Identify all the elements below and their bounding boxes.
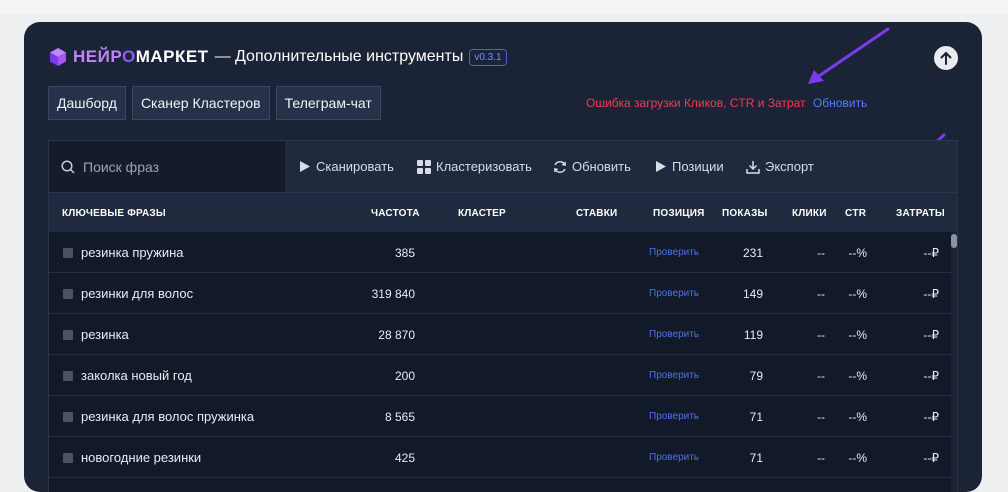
cluster-button[interactable]: Кластеризовать [417,141,532,192]
col-header-costs[interactable]: ЗАТРАТЫ [896,193,945,233]
export-button[interactable]: Экспорт [746,141,814,192]
table-row: резинка пружина 385 Проверить 231 -- --%… [49,232,957,273]
clicks-value: -- [817,409,825,424]
row-checkbox[interactable] [63,288,73,299]
col-header-impressions[interactable]: ПОКАЗЫ [722,193,768,233]
row-checkbox[interactable] [63,411,73,422]
row-checkbox[interactable] [63,329,73,340]
costs-value: --₽ [923,450,939,465]
nav-tabs: Дашборд Сканер Кластеров Телеграм-чат [48,86,381,120]
check-position-link[interactable]: Проверить [649,329,699,340]
impressions-value: 71 [749,450,763,465]
keyword-text: резинка для волос пружинка [81,409,255,424]
keywords-table: Сканировать Кластеризовать Обновить [48,140,958,492]
download-icon [746,160,760,174]
refresh-icon [554,160,566,173]
impressions-value: 79 [749,368,763,383]
tab-cluster-scanner[interactable]: Сканер Кластеров [131,86,270,120]
keyword-text: резинки для волос [81,286,194,301]
clicks-value: -- [817,450,825,465]
col-header-keywords[interactable]: КЛЮЧЕВЫЕ ФРАЗЫ [62,193,166,233]
positions-button[interactable]: Позиции [655,141,724,192]
clicks-value: -- [817,286,825,301]
table-header: КЛЮЧЕВЫЕ ФРАЗЫ ЧАСТОТА КЛАСТЕР СТАВКИ ПО… [49,192,957,232]
col-header-ctr[interactable]: CTR [845,193,866,233]
search-box [49,141,285,192]
check-position-link[interactable]: Проверить [649,288,699,299]
check-position-link[interactable]: Проверить [649,247,699,258]
impressions-value: 231 [742,245,763,260]
keyword-text: резинка [81,327,129,342]
check-position-link[interactable]: Проверить [649,370,699,381]
row-checkbox[interactable] [63,370,73,381]
ctr-value: --% [848,409,867,424]
col-header-cluster[interactable]: КЛАСТЕР [458,193,506,233]
table-row: резинки для волос 319 840 Проверить 149 … [49,273,957,314]
table-row: резинка для волос пружинка 8 565 Провери… [49,396,957,437]
brand-logo: НЕЙРОМАРКЕТ [73,47,209,66]
scrollbar-thumb[interactable] [951,234,957,248]
frequency-value: 385 [394,245,415,260]
arrow-up-icon [940,51,952,65]
top-strip [0,0,1008,14]
logo-cube-icon [50,48,66,66]
clicks-value: -- [817,327,825,342]
costs-value: --₽ [923,368,939,383]
costs-value: --₽ [923,327,939,342]
keyword-text: резинка пружина [81,245,184,260]
ctr-value: --% [848,245,867,260]
play-icon [656,161,666,172]
grid-icon [417,159,431,174]
col-header-position[interactable]: ПОЗИЦИЯ [653,193,705,233]
clicks-value: -- [817,368,825,383]
annotation-arrow-icon [808,27,890,84]
scan-button[interactable]: Сканировать [299,141,394,192]
refresh-link[interactable]: Обновить [813,96,867,110]
frequency-value: 28 870 [378,327,415,342]
col-header-clicks[interactable]: КЛИКИ [792,193,827,233]
table-row: резинка 28 870 Проверить 119 -- --% --₽ [49,314,957,355]
load-error-message: Ошибка загрузки Кликов, CTR и Затрат Обн… [586,96,867,110]
ctr-value: --% [848,327,867,342]
table-row: новогодние резинки 425 Проверить 71 -- -… [49,437,957,478]
table-row: заколка новый год 200 Проверить 79 -- --… [49,355,957,396]
ctr-value: --% [848,368,867,383]
refresh-button[interactable]: Обновить [553,141,631,192]
impressions-value: 119 [743,327,763,342]
search-icon [61,159,75,174]
tab-telegram-chat[interactable]: Телеграм-чат [275,86,381,120]
frequency-value: 200 [394,368,415,383]
keyword-text: заколка новый год [81,368,192,383]
ctr-value: --% [848,450,867,465]
tab-dashboard[interactable]: Дашборд [48,86,126,120]
impressions-value: 149 [742,286,763,301]
version-badge: v0.3.1 [469,48,507,66]
check-position-link[interactable]: Проверить [649,411,699,422]
impressions-value: 71 [749,409,763,424]
costs-value: --₽ [923,409,939,424]
frequency-value: 425 [394,450,415,465]
panel-header: НЕЙРОМАРКЕТ — Дополнительные инструменты… [48,46,507,68]
costs-value: --₽ [923,286,939,301]
play-icon [300,161,310,172]
costs-value: --₽ [923,245,939,260]
col-header-frequency[interactable]: ЧАСТОТА [371,193,420,233]
row-checkbox[interactable] [63,247,73,258]
table-scrollbar[interactable] [951,232,957,492]
error-text: Ошибка загрузки Кликов, CTR и Затрат [586,96,806,110]
frequency-value: 319 840 [371,286,415,301]
col-header-bids[interactable]: СТАВКИ [576,193,617,233]
tools-panel: НЕЙРОМАРКЕТ — Дополнительные инструменты… [24,22,982,492]
table-toolbar: Сканировать Кластеризовать Обновить [49,141,957,192]
ctr-value: --% [848,286,867,301]
row-checkbox[interactable] [63,452,73,463]
panel-subtitle: — Дополнительные инструменты [214,48,464,65]
scroll-up-button[interactable] [934,46,958,70]
table-body: резинка пружина 385 Проверить 231 -- --%… [49,232,957,478]
check-position-link[interactable]: Проверить [649,452,699,463]
search-input[interactable] [81,157,275,176]
keyword-text: новогодние резинки [81,450,202,465]
clicks-value: -- [817,245,825,260]
frequency-value: 8 565 [384,409,415,424]
